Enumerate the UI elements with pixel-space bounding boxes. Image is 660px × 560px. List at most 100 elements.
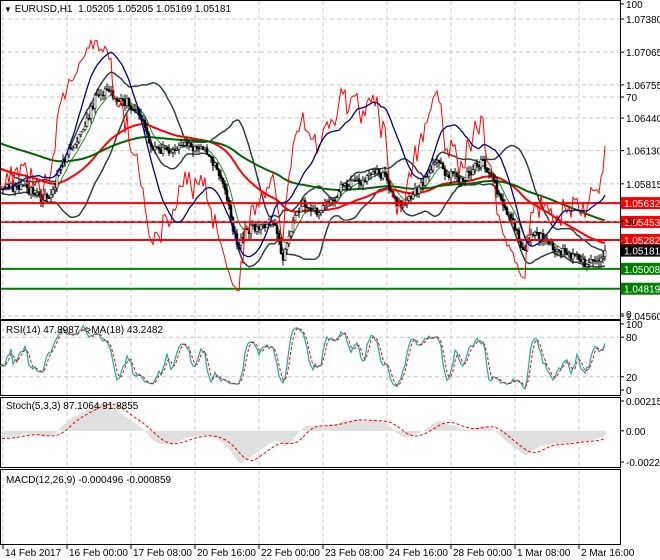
candle-body bbox=[305, 206, 309, 209]
candle-body bbox=[41, 199, 45, 203]
candle-body bbox=[161, 147, 165, 154]
candle-body bbox=[355, 178, 359, 181]
candle-body bbox=[521, 246, 525, 250]
candle-body bbox=[179, 144, 183, 147]
candle-body bbox=[467, 170, 471, 173]
candle-body bbox=[213, 162, 217, 166]
candle-body bbox=[469, 172, 473, 175]
candle-body bbox=[299, 206, 303, 213]
candle-body bbox=[77, 134, 81, 143]
candle-body bbox=[417, 187, 421, 194]
candle-body bbox=[437, 159, 441, 163]
candle-body bbox=[497, 193, 501, 196]
candle-body bbox=[55, 175, 59, 189]
candle-body bbox=[85, 117, 89, 127]
candle-body bbox=[171, 149, 175, 153]
candle-body bbox=[191, 146, 195, 152]
candle-body bbox=[255, 226, 259, 232]
candle-body bbox=[223, 183, 227, 191]
candle-body bbox=[123, 99, 127, 106]
candle-body bbox=[157, 146, 161, 150]
y-tick-label: 1.06440 bbox=[626, 114, 660, 125]
candle-body bbox=[431, 163, 435, 171]
candle-body bbox=[175, 148, 179, 151]
candle-body bbox=[393, 196, 397, 199]
candle-body bbox=[343, 183, 347, 186]
candle-body bbox=[385, 173, 389, 181]
macd-tick-label: 0.00 bbox=[626, 427, 646, 438]
candle-body bbox=[475, 163, 479, 166]
candle-body bbox=[219, 175, 223, 179]
candle-body bbox=[537, 231, 541, 241]
candle-body bbox=[185, 142, 189, 147]
candle-body bbox=[153, 146, 157, 150]
candle-body bbox=[361, 179, 365, 186]
candle-body bbox=[505, 207, 509, 215]
candle-body bbox=[369, 173, 373, 176]
candle-body bbox=[167, 149, 171, 154]
candle-body bbox=[573, 253, 577, 256]
level-label: 1.05008 bbox=[624, 265, 660, 276]
x-tick-label: 17 Feb 08:00 bbox=[133, 548, 192, 559]
candle-body bbox=[281, 253, 285, 261]
candle-body bbox=[463, 179, 467, 182]
candle-body bbox=[415, 187, 419, 194]
high-value: 1.05205 bbox=[117, 4, 154, 15]
candle-body bbox=[133, 109, 137, 111]
candle-body bbox=[173, 149, 177, 151]
candle-body bbox=[411, 194, 415, 199]
candle-body bbox=[595, 259, 599, 262]
candle-body bbox=[461, 177, 465, 181]
candle-body bbox=[17, 184, 21, 190]
candle-body bbox=[199, 146, 203, 149]
candle-body bbox=[29, 187, 33, 195]
candle-body bbox=[221, 177, 225, 184]
candle-body bbox=[425, 176, 429, 179]
candle-body bbox=[163, 147, 167, 149]
candle-body bbox=[155, 146, 159, 149]
candle-body bbox=[451, 171, 455, 174]
candle-body bbox=[493, 179, 497, 183]
candle-body bbox=[439, 162, 443, 164]
candle-body bbox=[15, 184, 19, 187]
candle-body bbox=[263, 224, 267, 229]
x-tick-label: 28 Feb 00:00 bbox=[453, 548, 512, 559]
candle-body bbox=[49, 194, 53, 198]
candle-body bbox=[515, 229, 519, 231]
candle-body bbox=[101, 94, 105, 97]
candle-body bbox=[259, 224, 263, 230]
candle-body bbox=[453, 172, 457, 175]
candle-body bbox=[275, 225, 279, 234]
candle-body bbox=[449, 171, 453, 178]
candle-body bbox=[363, 179, 367, 182]
candle-body bbox=[207, 153, 211, 157]
candle-body bbox=[317, 212, 321, 216]
candle-body bbox=[51, 189, 55, 195]
candle-body bbox=[19, 184, 23, 190]
candle-body bbox=[375, 169, 379, 174]
candle-body bbox=[563, 248, 567, 253]
rsi-tick-label: 100 bbox=[626, 0, 643, 11]
rsi-label: RSI(14) 47.8987 ->MA(18) 43.2482 bbox=[6, 325, 164, 336]
candle-body bbox=[365, 175, 369, 182]
candle-body bbox=[81, 129, 85, 133]
candle-body bbox=[315, 207, 319, 216]
candle-body bbox=[499, 194, 503, 200]
low-value: 1.05169 bbox=[155, 4, 193, 15]
candle-body bbox=[373, 171, 377, 174]
candle-body bbox=[183, 142, 187, 146]
close-value: 1.05181 bbox=[194, 4, 232, 15]
candle-body bbox=[553, 249, 557, 252]
candle-body bbox=[177, 144, 181, 150]
menu-triangle-icon[interactable]: ▼ bbox=[4, 5, 12, 14]
candle-body bbox=[307, 207, 311, 209]
candle-body bbox=[23, 184, 27, 186]
candle-body bbox=[71, 147, 75, 150]
candle-body bbox=[115, 98, 119, 102]
candle-body bbox=[583, 259, 587, 267]
candle-body bbox=[257, 226, 261, 230]
x-tick-label: 20 Feb 16:00 bbox=[197, 548, 256, 559]
candle-body bbox=[587, 262, 591, 265]
candle-body bbox=[455, 172, 459, 177]
candle-body bbox=[479, 159, 483, 168]
